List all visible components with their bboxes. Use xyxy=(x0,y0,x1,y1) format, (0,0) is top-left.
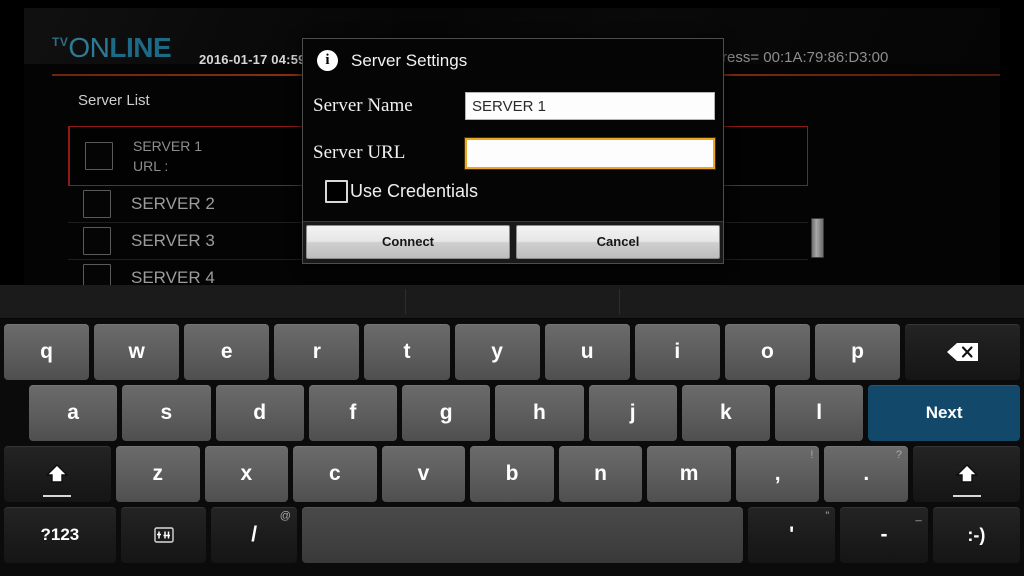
key-j[interactable]: j xyxy=(588,385,677,441)
suggestion-divider-right xyxy=(619,289,620,314)
key-k[interactable]: k xyxy=(681,385,770,441)
key-comma[interactable]: ! , xyxy=(735,446,820,502)
on-screen-keyboard: q w e r t y u i o p a s d f g h j k l Ne… xyxy=(0,285,1024,576)
key-slash-sup: @ xyxy=(279,510,291,522)
server-name-2: SERVER 2 xyxy=(131,194,215,213)
server-url-input[interactable] xyxy=(465,137,715,169)
cancel-button[interactable]: Cancel xyxy=(516,225,720,259)
key-s[interactable]: s xyxy=(122,385,211,441)
keyboard-row-1: q w e r t y u i o p xyxy=(0,324,1024,380)
shift-icon-right[interactable] xyxy=(913,446,1020,502)
key-comma-label: , xyxy=(774,462,781,485)
suggestion-divider-left xyxy=(405,289,406,314)
key-comma-sup: ! xyxy=(810,449,814,461)
dialog-button-bar: Connect Cancel xyxy=(303,221,723,263)
key-period-sup: ? xyxy=(895,449,903,461)
key-u[interactable]: u xyxy=(544,324,630,380)
key-c[interactable]: c xyxy=(293,446,377,502)
server-url-label: Server URL xyxy=(313,142,406,163)
key-dash[interactable]: _ - xyxy=(840,507,928,563)
key-d[interactable]: d xyxy=(215,385,304,441)
tv-online-logo: TVONLINE xyxy=(52,32,172,63)
server-checkbox-2[interactable] xyxy=(83,190,111,218)
key-slash-label: / xyxy=(251,523,258,546)
key-e[interactable]: e xyxy=(184,324,270,380)
server-labels-2: SERVER 2 xyxy=(131,194,215,214)
key-next[interactable]: Next xyxy=(868,385,1021,441)
keyboard-row-3: z x c v b n m ! , ? . xyxy=(0,446,1024,502)
key-i[interactable]: i xyxy=(634,324,720,380)
server-name-label: Server Name xyxy=(313,95,413,116)
key-t[interactable]: t xyxy=(364,324,450,380)
server-name-3: SERVER 3 xyxy=(131,231,215,250)
server-name-4: SERVER 4 xyxy=(131,268,215,285)
key-r[interactable]: r xyxy=(274,324,360,380)
key-n[interactable]: n xyxy=(558,446,643,502)
server-checkbox-3[interactable] xyxy=(83,227,111,255)
server-checkbox-4[interactable] xyxy=(83,264,111,285)
use-credentials-checkbox[interactable] xyxy=(325,180,348,203)
key-v[interactable]: v xyxy=(381,446,466,502)
connect-button[interactable]: Connect xyxy=(306,225,510,259)
server-labels-4: SERVER 4 xyxy=(131,268,215,285)
key-b[interactable]: b xyxy=(470,446,554,502)
server-checkbox-1[interactable] xyxy=(85,142,113,170)
key-l[interactable]: l xyxy=(775,385,864,441)
use-credentials-label: Use Credentials xyxy=(350,181,479,201)
dialog-header: i Server Settings xyxy=(303,39,723,80)
key-smiley[interactable]: :-) xyxy=(932,507,1020,563)
server-labels-1: SERVER 1 URL : xyxy=(133,136,202,176)
server-name-row: Server Name SERVER 1 xyxy=(311,86,715,126)
key-o[interactable]: o xyxy=(724,324,810,380)
key-apostrophe-label: ' xyxy=(789,523,795,546)
shift-underbar-left xyxy=(43,495,72,497)
key-w[interactable]: w xyxy=(94,324,180,380)
keyboard-row-4: ?123 @ / " ' _ - :-) xyxy=(0,507,1024,563)
logo-tv-text: TV xyxy=(52,35,69,49)
server-list-heading: Server List xyxy=(78,92,150,109)
key-apostrophe[interactable]: " ' xyxy=(748,507,836,563)
suggestion-strip[interactable] xyxy=(0,285,1024,319)
mac-address-label: ress= 00:1A:79:86:D3:00 xyxy=(722,49,889,66)
dialog-body: Server Name SERVER 1 Server URL Use Cred… xyxy=(303,80,723,221)
server-name-1: SERVER 1 xyxy=(133,138,202,154)
key-space[interactable] xyxy=(301,507,743,563)
key-y[interactable]: y xyxy=(454,324,540,380)
key-slash[interactable]: @ / xyxy=(211,507,297,563)
logo-line-text: LINE xyxy=(109,32,172,63)
key-z[interactable]: z xyxy=(115,446,200,502)
key-period-label: . xyxy=(863,462,870,485)
keyboard-row-2: a s d f g h j k l Next xyxy=(0,385,1024,441)
input-method-icon[interactable] xyxy=(120,507,207,563)
server-settings-dialog: i Server Settings Server Name SERVER 1 S… xyxy=(302,38,724,264)
key-period[interactable]: ? . xyxy=(824,446,909,502)
logo-on-text: ON xyxy=(68,32,110,63)
key-apostrophe-sup: " xyxy=(825,510,830,522)
server-url-1: URL : xyxy=(133,158,169,174)
key-dash-sup: _ xyxy=(915,510,922,522)
info-icon: i xyxy=(317,50,338,71)
key-m[interactable]: m xyxy=(647,446,731,502)
key-dash-label: - xyxy=(880,523,888,546)
server-url-row: Server URL xyxy=(311,133,715,173)
server-labels-3: SERVER 3 xyxy=(131,231,215,251)
key-f[interactable]: f xyxy=(308,385,397,441)
dialog-title: Server Settings xyxy=(351,50,468,70)
shift-underbar-right xyxy=(952,495,981,497)
key-p[interactable]: p xyxy=(814,324,901,380)
key-symbols[interactable]: ?123 xyxy=(4,507,116,563)
key-h[interactable]: h xyxy=(495,385,584,441)
use-credentials-row[interactable]: Use Credentials xyxy=(311,180,715,203)
shift-icon-left[interactable] xyxy=(4,446,111,502)
key-g[interactable]: g xyxy=(402,385,491,441)
key-q[interactable]: q xyxy=(4,324,90,380)
server-list-scrollbar[interactable] xyxy=(811,218,824,258)
key-a[interactable]: a xyxy=(29,385,118,441)
backspace-icon[interactable] xyxy=(905,324,1020,380)
key-x[interactable]: x xyxy=(204,446,289,502)
server-name-input[interactable]: SERVER 1 xyxy=(465,92,715,120)
